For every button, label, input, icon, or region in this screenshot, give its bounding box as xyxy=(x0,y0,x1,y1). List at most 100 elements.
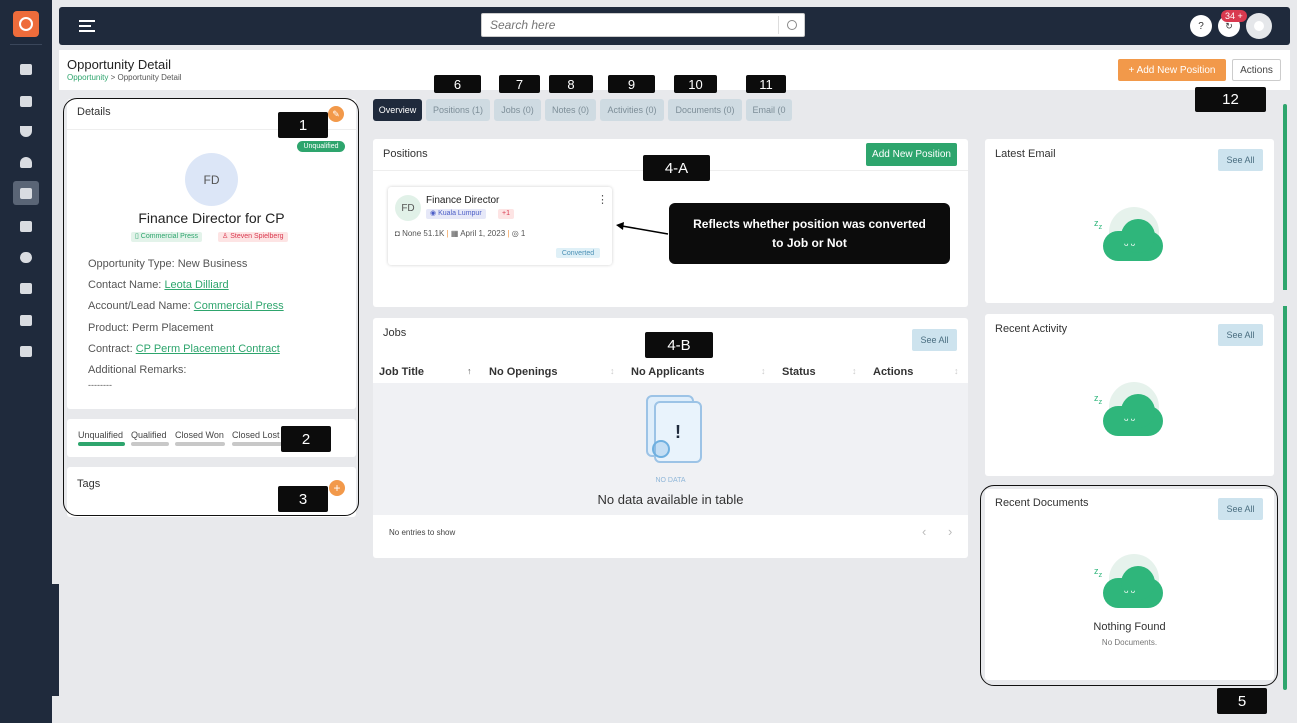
extra-locations-tag: +1 xyxy=(498,209,514,219)
marker-4a: 4-A xyxy=(643,155,710,181)
sort-icon[interactable]: ↕ xyxy=(954,366,959,376)
add-position-button[interactable]: Add New Position xyxy=(866,143,957,166)
avatar-glyph xyxy=(1254,21,1264,31)
sort-icon[interactable]: ↕ xyxy=(610,366,615,376)
marker-9: 9 xyxy=(608,75,655,93)
breadcrumb: Opportunity > Opportunity Detail xyxy=(67,73,182,82)
scrollbar-gap xyxy=(1283,290,1287,306)
top-bar: ? ↻ 34 + xyxy=(59,7,1290,45)
annotation-callout: Reflects whether position was converted … xyxy=(669,203,950,264)
positions-title: Positions xyxy=(383,148,428,160)
jobs-see-all-button[interactable]: See All xyxy=(912,329,957,351)
help-icon[interactable]: ? xyxy=(1190,15,1212,37)
search-divider xyxy=(778,16,779,34)
marker-5: 5 xyxy=(1217,688,1267,714)
sidebar-divider xyxy=(10,44,42,45)
sort-icon[interactable]: ↕ xyxy=(761,366,766,376)
marker-4b: 4-B xyxy=(645,332,713,358)
sort-icon[interactable]: ↕ xyxy=(852,366,857,376)
notification-badge: 34 + xyxy=(1221,10,1247,22)
next-page-icon[interactable]: › xyxy=(948,524,952,539)
marker-8: 8 xyxy=(549,75,593,93)
marker-1: 1 xyxy=(278,112,328,138)
page-scrollbar[interactable] xyxy=(1283,104,1287,690)
marker-3: 3 xyxy=(278,486,328,512)
documents-highlight xyxy=(980,485,1278,686)
marker-11: 11 xyxy=(746,75,786,93)
position-salary: None 51.1K xyxy=(402,229,445,238)
folder-icon[interactable] xyxy=(18,313,34,327)
sync-glyph: ↻ xyxy=(1225,20,1233,31)
breadcrumb-link[interactable]: Opportunity xyxy=(67,73,108,82)
email-see-all-button[interactable]: See All xyxy=(1218,149,1263,171)
breadcrumb-current: Opportunity Detail xyxy=(117,73,182,82)
kebab-menu-icon[interactable]: ⋮ xyxy=(597,193,608,206)
briefcase-icon[interactable] xyxy=(18,219,34,233)
candidate-icon[interactable] xyxy=(18,250,34,264)
entries-info: No entries to show xyxy=(389,528,456,537)
empty-cloud-icon: ᴗ ᴗ xyxy=(1103,382,1163,440)
reports-icon[interactable] xyxy=(18,344,34,358)
tab-activities[interactable]: Activities (0) xyxy=(600,99,664,121)
page-title: Opportunity Detail xyxy=(67,57,172,72)
col-job-title[interactable]: Job Title xyxy=(379,366,424,378)
marker-12: 12 xyxy=(1195,87,1266,112)
marker-10: 10 xyxy=(674,75,717,93)
marker-6: 6 xyxy=(434,75,481,93)
col-actions[interactable]: Actions xyxy=(873,366,913,378)
position-title[interactable]: Finance Director xyxy=(426,195,499,206)
tab-overview[interactable]: Overview xyxy=(373,99,422,121)
sort-asc-icon[interactable]: ↑ xyxy=(467,366,472,376)
marker-7: 7 xyxy=(499,75,540,93)
app-logo[interactable] xyxy=(13,11,39,37)
users-icon[interactable] xyxy=(18,155,34,169)
tab-positions[interactable]: Positions (1) xyxy=(426,99,490,121)
sleep-zz-icon: zz xyxy=(1094,218,1103,231)
no-data-small: NO DATA xyxy=(655,477,686,484)
tab-email[interactable]: Email (0 xyxy=(746,99,792,121)
search-input[interactable] xyxy=(482,14,774,36)
col-status[interactable]: Status xyxy=(782,366,816,378)
funnel-icon[interactable] xyxy=(18,124,34,138)
user-avatar-icon[interactable] xyxy=(1246,13,1272,39)
tab-jobs[interactable]: Jobs (0) xyxy=(494,99,541,121)
sleep-zz-icon: zz xyxy=(1094,393,1103,406)
home-icon[interactable] xyxy=(18,62,34,76)
calendar-icon: ▦ xyxy=(450,229,461,238)
details-highlight xyxy=(63,98,359,516)
col-no-applicants[interactable]: No Applicants xyxy=(631,366,705,378)
search-icon[interactable] xyxy=(787,20,797,30)
tab-notes[interactable]: Notes (0) xyxy=(545,99,596,121)
pin-icon: ◉ xyxy=(430,210,439,217)
location-label: Kuala Lumpur xyxy=(438,210,482,217)
magnifier-icon xyxy=(652,440,670,458)
latest-email-title: Latest Email xyxy=(995,148,1056,160)
tab-documents[interactable]: Documents (0) xyxy=(668,99,742,121)
openings-icon: ◎ xyxy=(511,229,521,238)
converted-badge: Converted xyxy=(556,248,600,258)
position-avatar: FD xyxy=(395,195,421,221)
salary-icon: ◘ xyxy=(395,229,403,238)
menu-toggle-icon[interactable] xyxy=(79,20,95,32)
col-no-openings[interactable]: No Openings xyxy=(489,366,557,378)
presentation-icon[interactable] xyxy=(18,281,34,295)
position-date: April 1, 2023 xyxy=(460,229,506,238)
position-meta: ◘ None 51.1K | ▦ April 1, 2023 | ◎ 1 xyxy=(395,229,525,238)
recent-activity-title: Recent Activity xyxy=(995,323,1068,335)
add-new-position-button[interactable]: + Add New Position xyxy=(1118,59,1226,81)
position-openings: 1 xyxy=(520,229,526,238)
actions-button[interactable]: Actions xyxy=(1232,59,1281,81)
search-box[interactable] xyxy=(481,13,805,37)
no-data-message: No data available in table xyxy=(597,492,744,507)
marker-2: 2 xyxy=(281,426,331,452)
prev-page-icon[interactable]: ‹ xyxy=(922,524,926,539)
callout-arrow xyxy=(616,222,669,235)
sidebar-edge xyxy=(52,584,59,696)
empty-cloud-icon: ᴗ ᴗ xyxy=(1103,207,1163,265)
contact-card-icon[interactable] xyxy=(18,94,34,108)
location-tag: ◉ Kuala Lumpur xyxy=(426,209,486,219)
activity-see-all-button[interactable]: See All xyxy=(1218,324,1263,346)
sidebar xyxy=(0,0,59,723)
jobs-title: Jobs xyxy=(383,327,407,339)
opportunity-icon[interactable] xyxy=(13,181,39,205)
